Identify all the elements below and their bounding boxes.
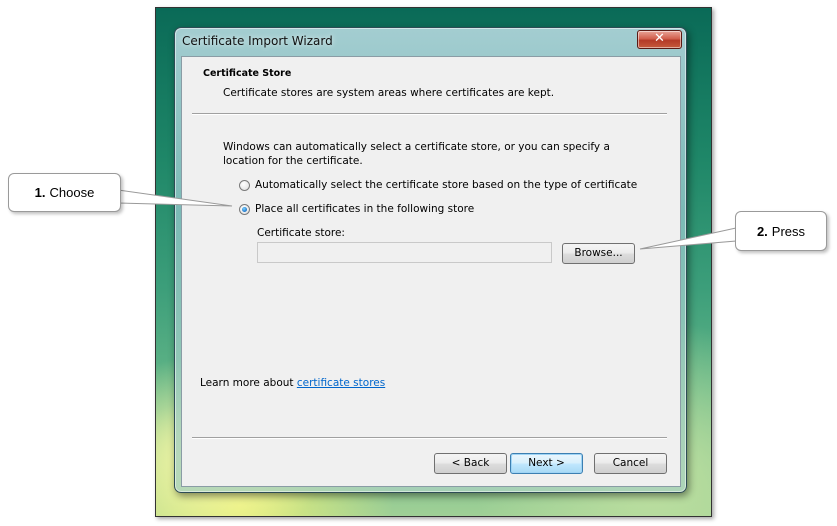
callout-choose: 1. Choose: [8, 173, 121, 212]
learn-more-prefix: Learn more about: [200, 377, 297, 389]
close-icon: ✕: [654, 31, 665, 46]
callout-press: 2. Press: [735, 211, 827, 251]
wizard-client-area: [181, 56, 681, 487]
close-button[interactable]: ✕: [637, 30, 682, 49]
radio-manual-icon[interactable]: [239, 203, 250, 215]
page-subtitle: Certificate stores are system areas wher…: [223, 87, 555, 99]
store-description: Windows can automatically select a certi…: [223, 141, 610, 167]
radio-auto-select[interactable]: Automatically select the certificate sto…: [239, 179, 637, 191]
radio-manual-label[interactable]: Place all certificates in the following …: [255, 203, 474, 215]
page-title: Certificate Store: [203, 68, 292, 79]
wizard-header: [182, 57, 678, 112]
radio-place-in-store[interactable]: Place all certificates in the following …: [239, 203, 474, 215]
learn-more-text: Learn more about certificate stores: [200, 377, 385, 389]
browse-button[interactable]: Browse...: [562, 243, 635, 264]
radio-auto-label[interactable]: Automatically select the certificate sto…: [255, 179, 637, 191]
footer-divider: [192, 437, 667, 439]
window-title: Certificate Import Wizard: [182, 34, 333, 48]
callout-choose-number: 1.: [34, 185, 46, 200]
callout-press-number: 2.: [756, 223, 768, 239]
certificate-stores-link[interactable]: certificate stores: [297, 377, 385, 389]
cancel-button[interactable]: Cancel: [594, 453, 667, 474]
certificate-store-input[interactable]: [257, 242, 552, 263]
callout-press-text: Press: [771, 223, 806, 239]
next-button[interactable]: Next >: [510, 453, 583, 474]
header-divider: [192, 113, 667, 115]
callout-choose-text: Choose: [49, 185, 95, 200]
certificate-store-label: Certificate store:: [257, 227, 345, 239]
back-button[interactable]: < Back: [434, 453, 507, 474]
radio-auto-icon[interactable]: [239, 179, 250, 191]
